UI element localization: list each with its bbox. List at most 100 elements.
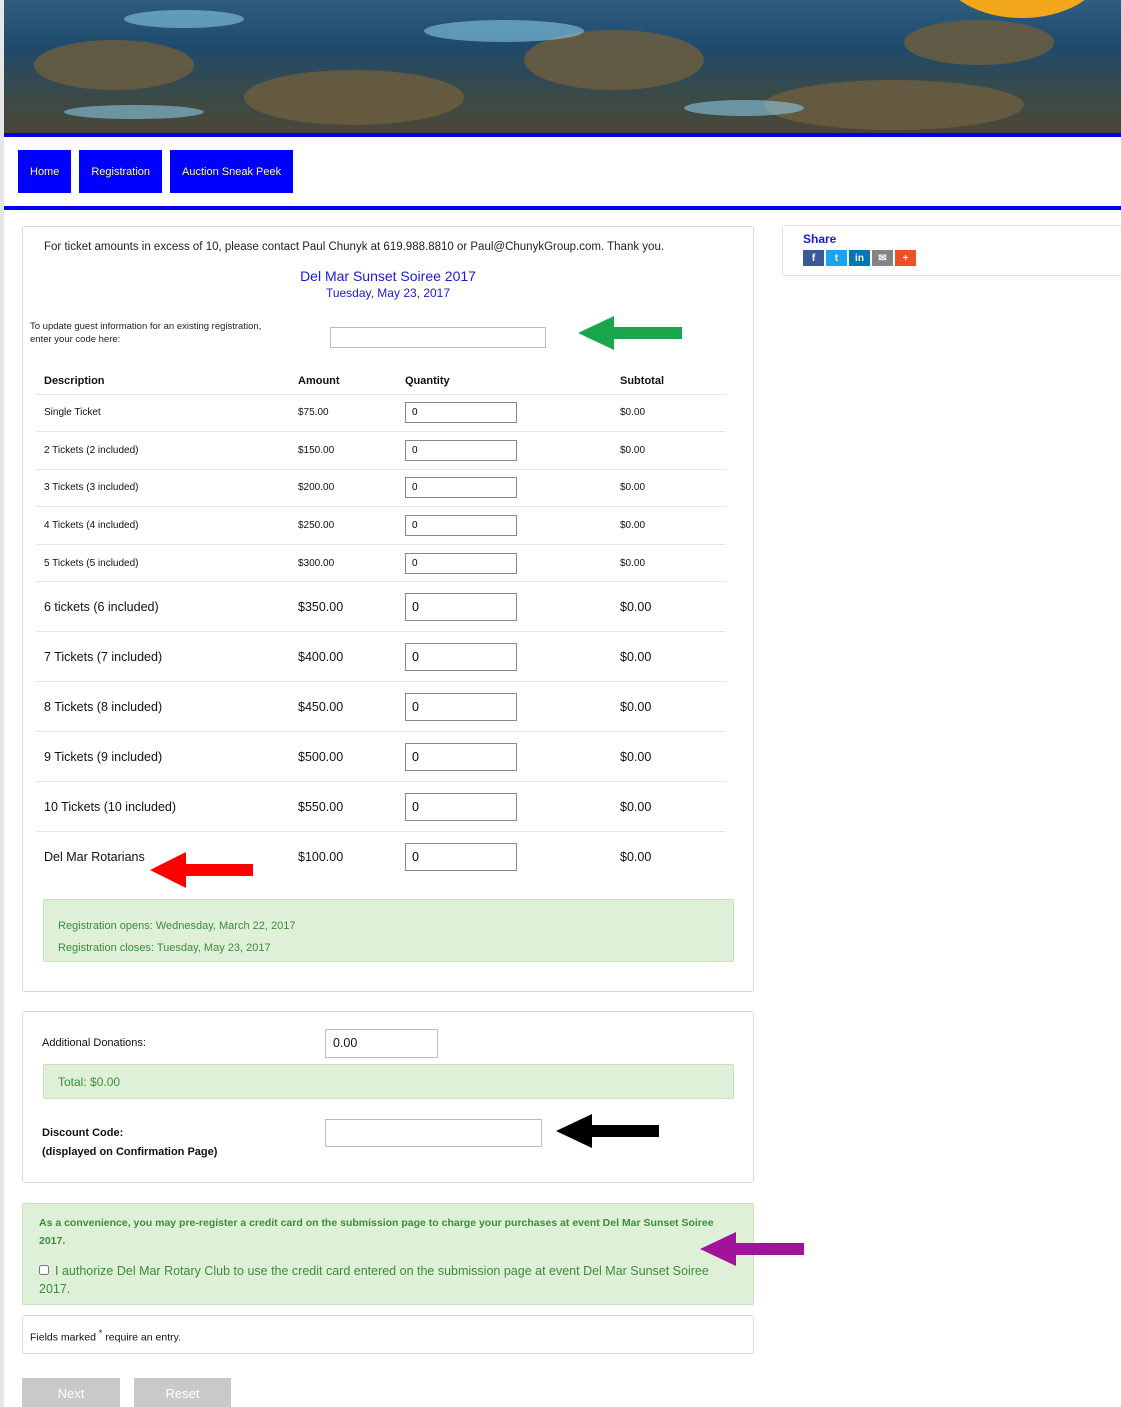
- cc-authorize-row: I authorize Del Mar Rotary Club to use t…: [39, 1262, 737, 1298]
- quantity-input[interactable]: [405, 642, 517, 671]
- row-subtotal: $0.00: [612, 394, 726, 433]
- more-icon[interactable]: +: [895, 250, 916, 266]
- col-quantity: Quantity: [397, 368, 612, 395]
- row-subtotal: $0.00: [612, 681, 726, 733]
- row-amount: $200.00: [290, 469, 397, 508]
- row-amount: $400.00: [290, 631, 397, 683]
- row-amount: $100.00: [298, 850, 344, 865]
- quantity-input[interactable]: [405, 592, 517, 621]
- quantity-input[interactable]: [405, 402, 517, 424]
- row-description: 9 Tickets (9 included): [36, 731, 290, 783]
- row-amount: $450.00: [290, 681, 397, 733]
- discount-subtitle: (displayed on Confirmation Page): [42, 1146, 218, 1158]
- row-description: 3 Tickets (3 included): [36, 469, 290, 508]
- linkedin-icon[interactable]: in: [849, 250, 870, 266]
- row-amount: $500.00: [290, 731, 397, 783]
- table-row: 6 tickets (6 included) $350.00 $0.00: [36, 581, 726, 633]
- donation-label: Additional Donations:: [42, 1037, 146, 1049]
- quantity-input[interactable]: [405, 515, 517, 537]
- next-button[interactable]: Next: [22, 1378, 120, 1407]
- row-subtotal: $0.00: [612, 731, 726, 783]
- purple-arrow-annotation: [700, 1232, 804, 1266]
- cc-authorize-label: I authorize Del Mar Rotary Club to use t…: [39, 1264, 709, 1296]
- discount-code-input[interactable]: [325, 1119, 542, 1147]
- share-title: Share: [803, 232, 837, 246]
- red-arrow-annotation: [150, 852, 253, 888]
- row-amount: $75.00: [290, 394, 397, 433]
- nav-divider: [4, 206, 1121, 210]
- total-box: Total: $0.00: [43, 1064, 734, 1099]
- quantity-input[interactable]: [405, 792, 517, 821]
- rotary-logo: [959, 0, 1085, 18]
- update-code-input[interactable]: [330, 327, 546, 348]
- col-subtotal: Subtotal: [612, 368, 726, 395]
- row-description: 8 Tickets (8 included): [36, 681, 290, 733]
- table-row: 3 Tickets (3 included) $200.00 $0.00: [36, 469, 726, 508]
- row-amount: $150.00: [290, 431, 397, 470]
- row-description: 10 Tickets (10 included): [36, 781, 290, 833]
- event-date: Tuesday, May 23, 2017: [325, 286, 451, 300]
- nav-registration[interactable]: Registration: [79, 150, 163, 193]
- nav-auction-sneak-peek[interactable]: Auction Sneak Peek: [170, 150, 294, 193]
- col-description: Description: [36, 368, 290, 395]
- quantity-input[interactable]: [405, 692, 517, 721]
- quantity-input[interactable]: [405, 843, 517, 872]
- green-arrow-annotation: [578, 316, 682, 350]
- table-row: 7 Tickets (7 included) $400.00 $0.00: [36, 631, 726, 683]
- facebook-icon[interactable]: f: [803, 250, 824, 266]
- table-row: 4 Tickets (4 included) $250.00 $0.00: [36, 506, 726, 545]
- row-subtotal: $0.00: [612, 506, 726, 545]
- quantity-input[interactable]: [405, 742, 517, 771]
- share-icons: f t in ✉ +: [803, 250, 916, 266]
- row-description: Single Ticket: [36, 394, 290, 433]
- row-subtotal: $0.00: [620, 850, 652, 865]
- cc-authorize-checkbox[interactable]: [39, 1265, 49, 1275]
- row-subtotal: $0.00: [612, 781, 726, 833]
- table-row: 2 Tickets (2 included) $150.00 $0.00: [36, 431, 726, 470]
- table-row: 8 Tickets (8 included) $450.00 $0.00: [36, 681, 726, 733]
- required-fields-note: Fields marked * require an entry.: [22, 1315, 754, 1354]
- event-title: Del Mar Sunset Soiree 2017: [300, 268, 476, 284]
- row-description: 2 Tickets (2 included): [36, 431, 290, 470]
- reset-button[interactable]: Reset: [134, 1378, 231, 1407]
- nav-home[interactable]: Home: [18, 150, 72, 193]
- share-widget: Share f t in ✉ +: [782, 225, 1121, 276]
- cc-notice-text: As a convenience, you may pre-register a…: [39, 1217, 714, 1247]
- row-amount: $300.00: [290, 544, 397, 583]
- row-subtotal: $0.00: [612, 469, 726, 508]
- email-icon[interactable]: ✉: [872, 250, 893, 266]
- banner-divider: [4, 133, 1121, 137]
- ticket-limit-note: For ticket amounts in excess of 10, plea…: [44, 241, 665, 253]
- main-nav: Home Registration Auction Sneak Peek: [18, 150, 294, 193]
- row-description: 6 tickets (6 included): [36, 581, 290, 633]
- row-subtotal: $0.00: [612, 431, 726, 470]
- black-arrow-annotation: [556, 1114, 659, 1148]
- row-description: 5 Tickets (5 included): [36, 544, 290, 583]
- row-subtotal: $0.00: [612, 544, 726, 583]
- row-description: 7 Tickets (7 included): [36, 631, 290, 683]
- quantity-input[interactable]: [405, 477, 517, 499]
- table-row: 9 Tickets (9 included) $500.00 $0.00: [36, 731, 726, 783]
- quantity-input[interactable]: [405, 439, 517, 461]
- table-row: 5 Tickets (5 included) $300.00 $0.00: [36, 544, 726, 583]
- header-banner-image: [4, 0, 1121, 135]
- row-amount: $550.00: [290, 781, 397, 833]
- row-subtotal: $0.00: [612, 631, 726, 683]
- required-suffix: require an entry.: [105, 1331, 181, 1344]
- total-label: Total:: [58, 1075, 87, 1089]
- update-code-label: To update guest information for an exist…: [30, 321, 262, 345]
- registration-closes: Registration closes: Tuesday, May 23, 20…: [58, 942, 271, 954]
- credit-card-notice: As a convenience, you may pre-register a…: [22, 1203, 754, 1305]
- quantity-input[interactable]: [405, 552, 517, 574]
- discount-label: Discount Code: (displayed on Confirmatio…: [42, 1124, 217, 1162]
- discount-title: Discount Code:: [42, 1127, 124, 1139]
- row-description: 4 Tickets (4 included): [36, 506, 290, 545]
- donation-input[interactable]: 0.00: [325, 1029, 438, 1058]
- table-row: Single Ticket $75.00 $0.00: [36, 394, 726, 433]
- required-prefix: Fields marked: [30, 1331, 96, 1344]
- row-amount: $250.00: [290, 506, 397, 545]
- twitter-icon[interactable]: t: [826, 250, 847, 266]
- registration-dates-box: Registration opens: Wednesday, March 22,…: [43, 899, 734, 962]
- row-subtotal: $0.00: [612, 581, 726, 633]
- row-amount: $350.00: [290, 581, 397, 633]
